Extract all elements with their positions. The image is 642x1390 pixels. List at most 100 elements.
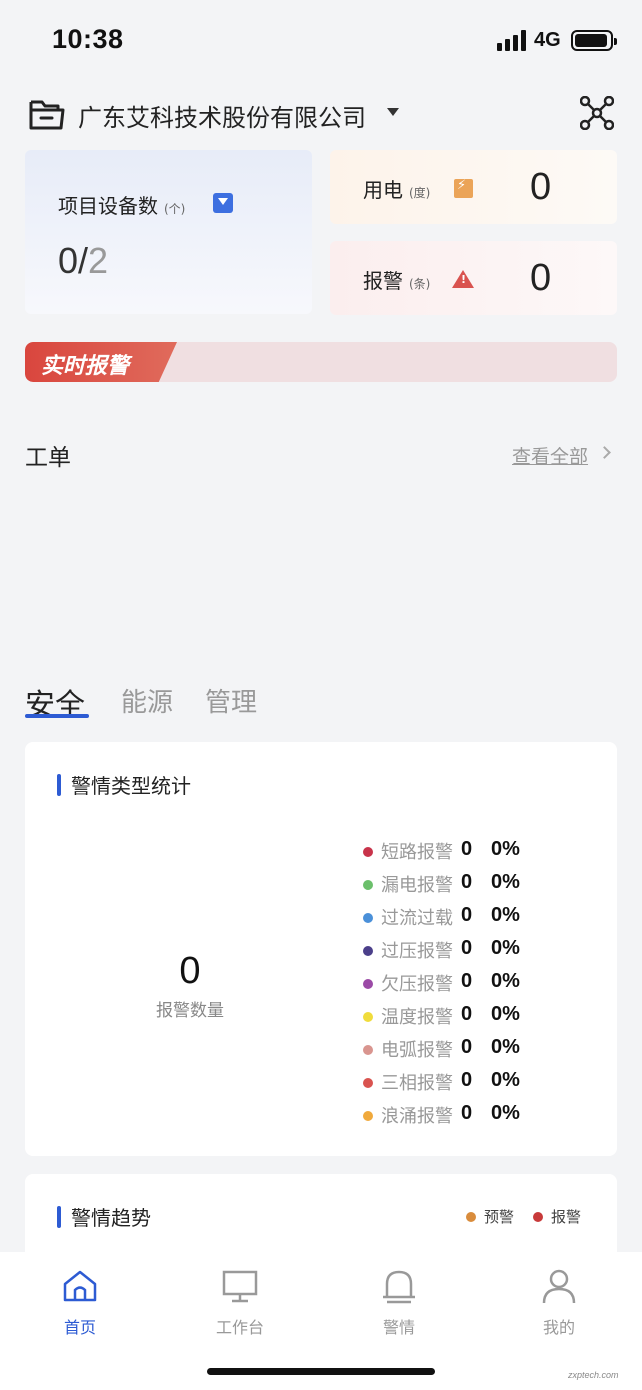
legend-row: 欠压报警 0 0% — [361, 970, 601, 1003]
signal-icon — [497, 30, 527, 51]
legend-name: 浪涌报警 — [381, 1106, 453, 1127]
home-icon — [63, 1270, 97, 1302]
watermark: zxptech.com — [568, 1370, 619, 1380]
legend-name: 欠压报警 — [381, 974, 453, 995]
folder-icon[interactable] — [28, 96, 66, 132]
alert-total-count: 0 — [179, 950, 201, 992]
nav-home-label: 首页 — [63, 1318, 96, 1337]
legend-row: 过流过载 0 0% — [361, 904, 601, 937]
dropdown-icon[interactable] — [387, 108, 399, 116]
chevron-right-icon[interactable] — [598, 446, 611, 459]
devices-unit: (个) — [164, 202, 186, 216]
nav-alerts-label: 警情 — [382, 1318, 415, 1337]
legend-name: 三相报警 — [381, 1073, 453, 1094]
filter-icon[interactable] — [213, 193, 233, 213]
view-all-link[interactable]: 查看全部 — [512, 442, 588, 469]
alert-types-title: 警情类型统计 — [71, 774, 191, 798]
trend-legend-warning: 预警 — [466, 1206, 514, 1227]
legend-name: 短路报警 — [381, 842, 453, 863]
power-unit: (度) — [409, 186, 431, 200]
network-label: 4G — [534, 29, 561, 51]
user-icon — [542, 1269, 576, 1304]
alarms-card[interactable]: 报警 (条) 0 — [330, 241, 617, 315]
nav-workbench[interactable]: 工作台 — [190, 1262, 290, 1342]
trend-legend-alarm: 报警 — [533, 1206, 581, 1227]
legend-name: 温度报警 — [381, 1007, 453, 1028]
legend-name: 过压报警 — [381, 941, 453, 962]
warning-icon — [452, 270, 474, 288]
legend-percent: 0% — [491, 871, 520, 893]
title-accent-bar — [57, 774, 61, 796]
monitor-icon — [222, 1270, 258, 1303]
nav-home[interactable]: 首页 — [30, 1262, 130, 1342]
workorder-title: 工单 — [25, 445, 71, 471]
legend-row: 电弧报警 0 0% — [361, 1036, 601, 1069]
header: 广东艾科技术股份有限公司 — [0, 88, 642, 140]
legend-name: 过流过载 — [381, 908, 453, 929]
legend-percent: 0% — [491, 937, 520, 959]
alert-trend-title: 警情趋势 — [71, 1206, 151, 1230]
devices-total: 2 — [88, 240, 109, 281]
alarms-value: 0 — [530, 257, 552, 299]
legend-count: 0 — [461, 904, 473, 926]
power-label: 用电 (度) — [363, 174, 430, 203]
alarms-unit: (条) — [409, 277, 431, 291]
legend-row: 温度报警 0 0% — [361, 1003, 601, 1036]
legend-dot — [363, 1111, 373, 1121]
legend-percent: 0% — [491, 1003, 520, 1025]
tab-energy[interactable]: 能源 — [121, 682, 173, 719]
legend-dot — [363, 913, 373, 923]
legend-percent: 0% — [491, 1069, 520, 1091]
legend-count: 0 — [461, 970, 473, 992]
legend-dot — [363, 880, 373, 890]
alarms-label: 报警 (条) — [363, 265, 430, 294]
legend-dot — [363, 1078, 373, 1088]
title-accent-bar — [57, 1206, 61, 1228]
network-map-icon[interactable] — [580, 96, 614, 130]
home-indicator — [207, 1368, 435, 1375]
devices-value: 0/2 — [58, 240, 108, 282]
legend-count: 0 — [461, 937, 473, 959]
power-value: 0 — [530, 166, 552, 208]
trend-legend-warning-label: 预警 — [484, 1208, 515, 1226]
realtime-alarm-bar[interactable]: 实时报警 — [25, 342, 617, 382]
power-label-text: 用电 — [363, 178, 403, 202]
legend-row: 漏电报警 0 0% — [361, 871, 601, 904]
company-name[interactable]: 广东艾科技术股份有限公司 — [78, 98, 366, 133]
legend-dot — [363, 946, 373, 956]
nav-profile-label: 我的 — [542, 1318, 575, 1337]
bell-icon — [383, 1270, 415, 1304]
lightning-icon — [454, 178, 473, 198]
legend-dot — [363, 979, 373, 989]
legend-name: 漏电报警 — [381, 875, 453, 896]
legend-name: 电弧报警 — [381, 1040, 453, 1061]
power-card[interactable]: 用电 (度) 0 — [330, 150, 617, 224]
legend-percent: 0% — [491, 904, 520, 926]
legend-row: 短路报警 0 0% — [361, 838, 601, 871]
trend-dot-alarm — [533, 1212, 543, 1222]
legend-dot — [363, 847, 373, 857]
legend-percent: 0% — [491, 970, 520, 992]
legend-percent: 0% — [491, 1102, 520, 1124]
tab-management[interactable]: 管理 — [205, 682, 257, 719]
alert-type-legend: 短路报警 0 0% 漏电报警 0 0% 过流过载 0 0% 过压报警 0 0% 欠压报警 0 0% 温度报警 0… — [361, 838, 601, 1135]
nav-alerts[interactable]: 警情 — [349, 1262, 449, 1342]
alert-total-label: 报警数量 — [156, 1001, 224, 1021]
devices-label: 项目设备数 (个) — [58, 190, 185, 219]
alert-types-panel: 警情类型统计 0 报警数量 短路报警 0 0% 漏电报警 0 0% 过流过载 0 0% 过压报警 0… — [25, 742, 617, 1156]
devices-card[interactable]: 项目设备数 (个) 0/2 — [25, 150, 312, 314]
legend-count: 0 — [461, 1036, 473, 1058]
devices-online: 0/ — [58, 240, 89, 281]
legend-count: 0 — [461, 838, 473, 860]
nav-profile[interactable]: 我的 — [509, 1262, 609, 1342]
alarms-label-text: 报警 — [363, 269, 403, 293]
legend-count: 0 — [461, 1003, 473, 1025]
realtime-alarm-label: 实时报警 — [41, 354, 130, 379]
legend-count: 0 — [461, 871, 473, 893]
status-bar: 10:38 4G — [0, 0, 642, 80]
legend-dot — [363, 1045, 373, 1055]
legend-percent: 0% — [491, 1036, 520, 1058]
battery-icon — [571, 30, 617, 51]
legend-count: 0 — [461, 1102, 473, 1124]
nav-workbench-label: 工作台 — [215, 1318, 264, 1337]
